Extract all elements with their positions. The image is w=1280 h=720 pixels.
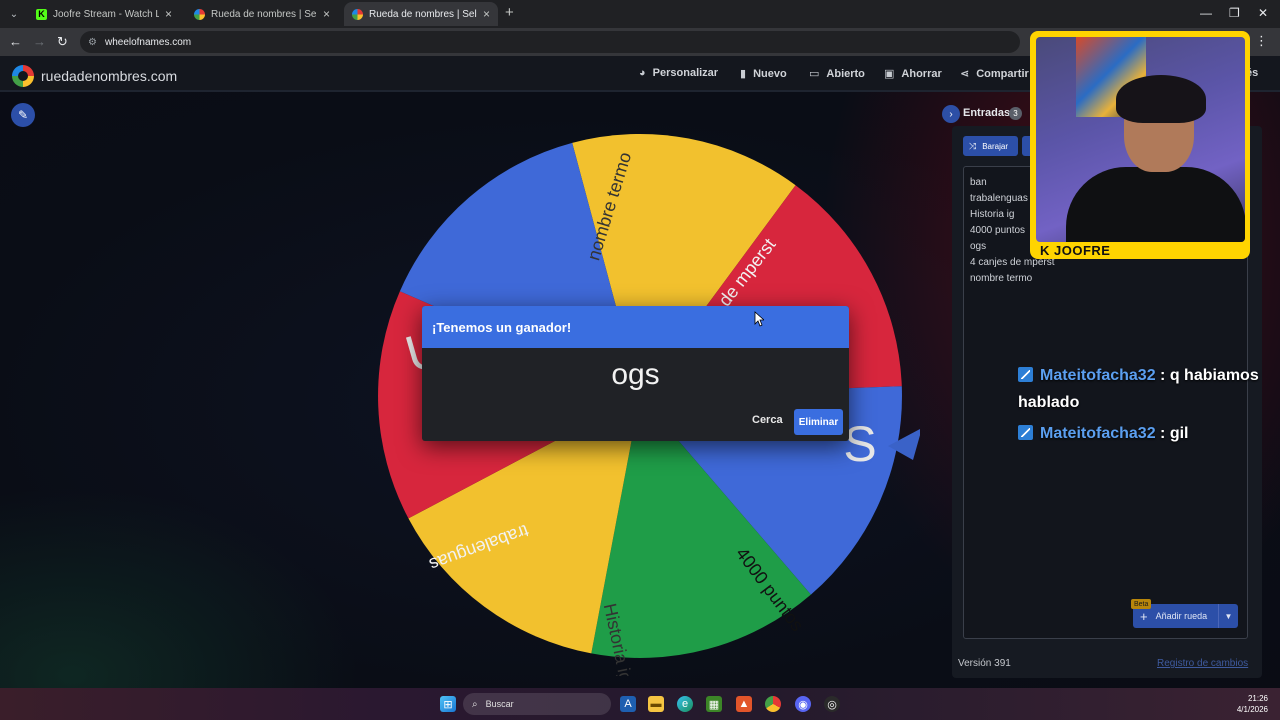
save-icon: ▣: [884, 68, 895, 80]
minimize-icon[interactable]: —: [1200, 6, 1212, 20]
forward-icon[interactable]: →: [33, 34, 46, 49]
webcam-label: K JOOFRE: [1040, 243, 1111, 258]
subscriber-badge-icon: [1018, 367, 1033, 382]
browser-menu-icon[interactable]: ⋮: [1255, 33, 1268, 49]
dialog-title: ¡Tenemos un ganador!: [422, 306, 849, 348]
folder-icon: ▭: [809, 68, 820, 80]
discord-icon[interactable]: ◉: [795, 696, 811, 712]
shuffle-label: Barajar: [982, 141, 1008, 151]
search-placeholder: Buscar: [485, 699, 514, 709]
streamer-hair: [1116, 75, 1206, 123]
entry-line: Historia ig: [970, 209, 1015, 220]
edge-icon[interactable]: e: [677, 696, 693, 712]
chat-username: Mateitofacha32: [1040, 367, 1156, 384]
tab-title: Joofre Stream - Watch Live on Kick: [53, 8, 159, 20]
chevron-down-icon[interactable]: ▼: [1218, 604, 1238, 628]
shuffle-icon: ⤨: [969, 140, 977, 151]
url-text: wheelofnames.com: [104, 36, 192, 48]
chat-message: Mateitofacha32 : q habiamos: [1018, 367, 1259, 385]
menu-label: Compartir: [976, 67, 1029, 80]
mouse-cursor-icon: [754, 311, 764, 327]
menu-label: Abierto: [826, 67, 865, 80]
chat-message: Mateitofacha32 : gil: [1018, 425, 1188, 443]
winner-name: ogs: [611, 358, 660, 391]
windows-start-icon[interactable]: ⊞: [440, 696, 456, 712]
changelog-link[interactable]: Registro de cambios: [1157, 658, 1248, 669]
menu-new[interactable]: ▮ Nuevo: [740, 67, 787, 81]
entry-line: ogs: [970, 241, 987, 252]
close-tab-icon[interactable]: ×: [165, 7, 172, 21]
tab-kick-stream[interactable]: K Joofre Stream - Watch Live on Kick ×: [28, 2, 180, 26]
edit-icon[interactable]: ✎: [11, 103, 35, 127]
menu-share[interactable]: ⋖ Compartir: [960, 67, 1029, 81]
reload-icon[interactable]: ↻: [57, 34, 68, 50]
winner-dialog: ¡Tenemos un ganador! ogs Cerca Eliminar: [422, 306, 849, 441]
remove-button[interactable]: Eliminar: [794, 409, 843, 435]
chat-text: : gil: [1160, 425, 1189, 442]
close-tab-icon[interactable]: ×: [483, 7, 490, 21]
wheel-icon: [194, 8, 205, 20]
chat-message-continued: hablado: [1018, 394, 1080, 411]
minecraft-icon[interactable]: ▦: [706, 696, 722, 712]
chrome-icon[interactable]: [765, 696, 781, 712]
shuffle-button[interactable]: ⤨ Barajar: [963, 136, 1018, 156]
file-explorer-icon[interactable]: ▬: [648, 696, 664, 712]
file-icon: ▮: [740, 68, 747, 80]
brand-name: ruedadenombres.com: [41, 68, 178, 84]
add-wheel-label: Añadir rueda: [1155, 611, 1208, 621]
streamer-body: [1066, 167, 1245, 242]
search-icon: ⌕: [472, 698, 478, 710]
tab-entries[interactable]: Entradas: [963, 107, 1010, 119]
tab-title: Rueda de nombres | Selector de nombres: [369, 8, 477, 20]
chat-username: Mateitofacha32: [1040, 425, 1156, 442]
wheel-icon: [352, 8, 363, 20]
clock-time: 21:26: [1247, 694, 1268, 703]
menu-label: Personalizar: [652, 67, 719, 79]
entry-line: ban: [970, 177, 987, 188]
entries-count-badge: 3: [1009, 107, 1022, 120]
subscriber-badge-icon: [1018, 425, 1033, 440]
tab-wheel-1[interactable]: Rueda de nombres | Selector de nombres ×: [186, 2, 338, 26]
brave-icon[interactable]: ▲: [736, 696, 752, 712]
close-tab-icon[interactable]: ×: [323, 7, 330, 21]
plus-icon: +: [1140, 608, 1148, 624]
site-info-icon[interactable]: ⚙: [88, 37, 97, 48]
obs-icon[interactable]: ◎: [824, 696, 840, 712]
taskbar-search[interactable]: ⌕ Buscar: [463, 693, 611, 715]
menu-customize[interactable]: ◕ Personalizar: [639, 67, 718, 79]
webcam-video: [1036, 37, 1245, 242]
tab-wheel-2[interactable]: Rueda de nombres | Selector de nombres ×: [344, 2, 498, 26]
taskbar: ⊞ ⌕ Buscar A ▬ e ▦ ▲ ◉ ◎ 21:26 4/1/2026: [0, 688, 1280, 720]
kick-icon: K: [36, 8, 47, 20]
entry-line: 4000 puntos: [970, 225, 1026, 236]
chat-text: : q habiamos: [1160, 367, 1259, 384]
entry-line: nombre termo: [970, 273, 1033, 284]
browser-tab-strip: ⌄ K Joofre Stream - Watch Live on Kick ×…: [0, 0, 1280, 28]
wheel-logo-icon: [12, 65, 34, 87]
tab-search-button[interactable]: ⌄: [4, 4, 24, 24]
restore-icon[interactable]: ❐: [1229, 6, 1240, 20]
address-bar[interactable]: ⚙ wheelofnames.com: [80, 31, 1020, 53]
menu-open[interactable]: ▭ Abierto: [809, 67, 865, 81]
new-tab-button[interactable]: +: [505, 4, 519, 21]
screen: ⌄ K Joofre Stream - Watch Live on Kick ×…: [0, 0, 1280, 720]
tab-title: Rueda de nombres | Selector de nombres: [211, 8, 317, 20]
clock-date: 4/1/2026: [1236, 705, 1268, 714]
palette-icon: ◕: [639, 67, 646, 79]
version-text: Versión 391: [958, 658, 1011, 669]
close-window-icon[interactable]: ✕: [1258, 6, 1268, 20]
entry-line: trabalenguas: [970, 193, 1028, 204]
ai-app-icon[interactable]: A: [620, 696, 636, 712]
menu-label: Nuevo: [753, 67, 787, 80]
brand[interactable]: ruedadenombres.com: [12, 65, 177, 87]
back-icon[interactable]: ←: [9, 34, 22, 49]
chevron-right-icon[interactable]: ›: [942, 105, 960, 123]
menu-save[interactable]: ▣ Ahorrar: [884, 67, 942, 81]
menu-label: Ahorrar: [901, 67, 942, 80]
close-button[interactable]: Cerca: [752, 414, 783, 426]
beta-badge: Beta: [1131, 599, 1152, 609]
background-glow: [0, 486, 360, 688]
share-icon: ⋖: [960, 68, 970, 80]
clock[interactable]: 21:26 4/1/2026: [1237, 693, 1268, 715]
